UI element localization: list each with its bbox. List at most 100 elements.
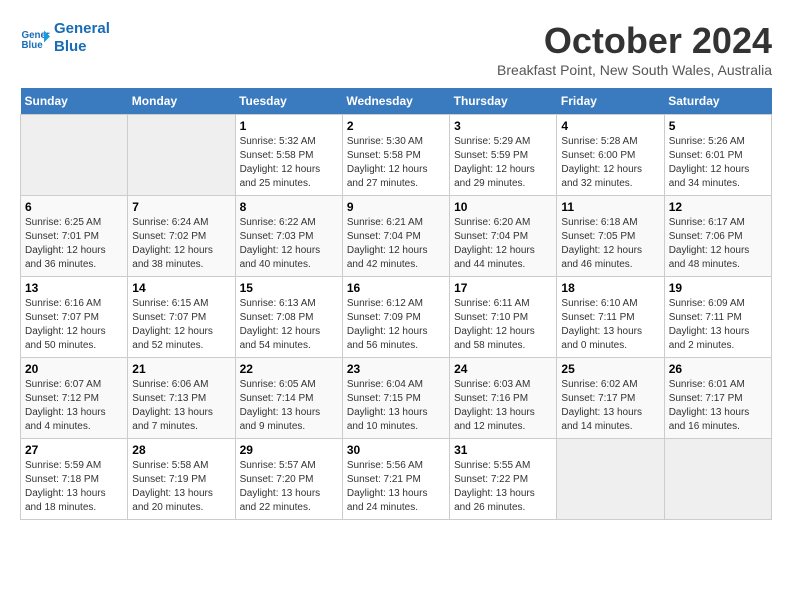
cell-text: Sunrise: 6:22 AMSunset: 7:03 PMDaylight:… [240,216,338,272]
day-number: 31 [454,443,552,457]
calendar-cell: 21Sunrise: 6:06 AMSunset: 7:13 PMDayligh… [128,358,235,439]
calendar-cell: 10 Sunrise: 6:20 AMSunset: 7:04 PMDayligh… [450,196,557,277]
calendar-table: SundayMondayTuesdayWednesdayThursdayFrid… [20,88,772,520]
cell-text: Sunrise: 5:57 AMSunset: 7:20 PMDaylight:… [240,459,338,515]
day-number: 9 [347,200,445,214]
cell-text: Sunrise: 6:17 AMSunset: 7:06 PMDaylight:… [669,216,767,272]
cell-text: Sunrise: 6:25 AMSunset: 7:01 PMDaylight:… [25,216,123,272]
day-number: 3 [454,119,552,133]
header-cell-monday: Monday [128,88,235,115]
calendar-cell: 13Sunrise: 6:16 AMSunset: 7:07 PMDayligh… [21,277,128,358]
day-number: 7 [132,200,230,214]
day-number: 14 [132,281,230,295]
day-number: 22 [240,362,338,376]
calendar-cell: 2Sunrise: 5:30 AMSunset: 5:58 PMDaylight… [342,115,449,196]
cell-text: Sunrise: 6:10 AMSunset: 7:11 PMDaylight:… [561,297,659,353]
calendar-cell [664,439,771,520]
cell-text: Sunrise: 5:28 AMSunset: 6:00 PMDaylight:… [561,135,659,191]
header: General Blue General Blue October 2024 B… [20,20,772,78]
calendar-cell: 31 Sunrise: 5:55 AMSunset: 7:22 PMDayligh… [450,439,557,520]
header-cell-tuesday: Tuesday [235,88,342,115]
cell-text: Sunrise: 6:01 AMSunset: 7:17 PMDaylight:… [669,378,767,434]
cell-text: Sunrise: 5:32 AMSunset: 5:58 PMDaylight:… [240,135,338,191]
calendar-cell: 7Sunrise: 6:24 AMSunset: 7:02 PMDaylight… [128,196,235,277]
header-cell-saturday: Saturday [664,88,771,115]
day-number: 21 [132,362,230,376]
day-number: 20 [25,362,123,376]
calendar-cell: 6 Sunrise: 6:25 AMSunset: 7:01 PMDaylight… [21,196,128,277]
calendar-cell: 16 Sunrise: 6:12 AMSunset: 7:09 PMDayligh… [342,277,449,358]
calendar-week-row: 6 Sunrise: 6:25 AMSunset: 7:01 PMDaylight… [21,196,772,277]
day-number: 13 [25,281,123,295]
day-number: 30 [347,443,445,457]
calendar-cell: 15 Sunrise: 6:13 AMSunset: 7:08 PMDayligh… [235,277,342,358]
header-cell-wednesday: Wednesday [342,88,449,115]
calendar-cell: 3 Sunrise: 5:29 AMSunset: 5:59 PMDaylight… [450,115,557,196]
cell-text: Sunrise: 5:30 AMSunset: 5:58 PMDaylight:… [347,135,445,191]
calendar-cell: 5Sunrise: 5:26 AMSunset: 6:01 PMDaylight… [664,115,771,196]
calendar-cell [21,115,128,196]
calendar-cell: 17Sunrise: 6:11 AMSunset: 7:10 PMDayligh… [450,277,557,358]
calendar-cell: 4 Sunrise: 5:28 AMSunset: 6:00 PMDaylight… [557,115,664,196]
day-number: 4 [561,119,659,133]
calendar-cell: 18 Sunrise: 6:10 AMSunset: 7:11 PMDayligh… [557,277,664,358]
calendar-week-row: 27 Sunrise: 5:59 AMSunset: 7:18 PMDayligh… [21,439,772,520]
calendar-week-row: 13Sunrise: 6:16 AMSunset: 7:07 PMDayligh… [21,277,772,358]
calendar-cell: 27 Sunrise: 5:59 AMSunset: 7:18 PMDayligh… [21,439,128,520]
day-number: 8 [240,200,338,214]
cell-text: Sunrise: 6:11 AMSunset: 7:10 PMDaylight:… [454,297,552,353]
cell-text: Sunrise: 6:20 AMSunset: 7:04 PMDaylight:… [454,216,552,272]
day-number: 24 [454,362,552,376]
day-number: 27 [25,443,123,457]
calendar-cell: 19 Sunrise: 6:09 AMSunset: 7:11 PMDayligh… [664,277,771,358]
day-number: 1 [240,119,338,133]
calendar-cell: 26 Sunrise: 6:01 AMSunset: 7:17 PMDayligh… [664,358,771,439]
header-cell-thursday: Thursday [450,88,557,115]
calendar-header-row: SundayMondayTuesdayWednesdayThursdayFrid… [21,88,772,115]
calendar-cell: 11 Sunrise: 6:18 AMSunset: 7:05 PMDayligh… [557,196,664,277]
day-number: 23 [347,362,445,376]
day-number: 19 [669,281,767,295]
cell-text: Sunrise: 5:56 AMSunset: 7:21 PMDaylight:… [347,459,445,515]
day-number: 16 [347,281,445,295]
cell-text: Sunrise: 6:12 AMSunset: 7:09 PMDaylight:… [347,297,445,353]
cell-text: Sunrise: 5:59 AMSunset: 7:18 PMDaylight:… [25,459,123,515]
cell-text: Sunrise: 6:18 AMSunset: 7:05 PMDaylight:… [561,216,659,272]
day-number: 28 [132,443,230,457]
calendar-week-row: 20 Sunrise: 6:07 AMSunset: 7:12 PMDayligh… [21,358,772,439]
calendar-cell: 22 Sunrise: 6:05 AMSunset: 7:14 PMDayligh… [235,358,342,439]
calendar-cell: 24Sunrise: 6:03 AMSunset: 7:16 PMDayligh… [450,358,557,439]
calendar-cell: 12 Sunrise: 6:17 AMSunset: 7:06 PMDayligh… [664,196,771,277]
day-number: 12 [669,200,767,214]
logo-blue: Blue [54,38,110,56]
header-cell-sunday: Sunday [21,88,128,115]
day-number: 11 [561,200,659,214]
calendar-cell: 8 Sunrise: 6:22 AMSunset: 7:03 PMDaylight… [235,196,342,277]
day-number: 18 [561,281,659,295]
day-number: 26 [669,362,767,376]
cell-text: Sunrise: 6:02 AMSunset: 7:17 PMDaylight:… [561,378,659,434]
calendar-cell: 30 Sunrise: 5:56 AMSunset: 7:21 PMDayligh… [342,439,449,520]
day-number: 5 [669,119,767,133]
cell-text: Sunrise: 6:13 AMSunset: 7:08 PMDaylight:… [240,297,338,353]
calendar-cell: 20 Sunrise: 6:07 AMSunset: 7:12 PMDayligh… [21,358,128,439]
cell-text: Sunrise: 6:07 AMSunset: 7:12 PMDaylight:… [25,378,123,434]
calendar-cell [128,115,235,196]
cell-text: Sunrise: 5:55 AMSunset: 7:22 PMDaylight:… [454,459,552,515]
calendar-cell: 25Sunrise: 6:02 AMSunset: 7:17 PMDayligh… [557,358,664,439]
day-number: 6 [25,200,123,214]
cell-text: Sunrise: 6:09 AMSunset: 7:11 PMDaylight:… [669,297,767,353]
calendar-cell: 1 Sunrise: 5:32 AMSunset: 5:58 PMDaylight… [235,115,342,196]
logo: General Blue General Blue [20,20,110,56]
cell-text: Sunrise: 5:29 AMSunset: 5:59 PMDaylight:… [454,135,552,191]
calendar-cell: 14Sunrise: 6:15 AMSunset: 7:07 PMDayligh… [128,277,235,358]
calendar-cell: 23Sunrise: 6:04 AMSunset: 7:15 PMDayligh… [342,358,449,439]
calendar-cell [557,439,664,520]
cell-text: Sunrise: 6:05 AMSunset: 7:14 PMDaylight:… [240,378,338,434]
day-number: 15 [240,281,338,295]
month-title: October 2024 [497,20,772,62]
location-title: Breakfast Point, New South Wales, Austra… [497,62,772,78]
cell-text: Sunrise: 6:21 AMSunset: 7:04 PMDaylight:… [347,216,445,272]
day-number: 29 [240,443,338,457]
day-number: 10 [454,200,552,214]
